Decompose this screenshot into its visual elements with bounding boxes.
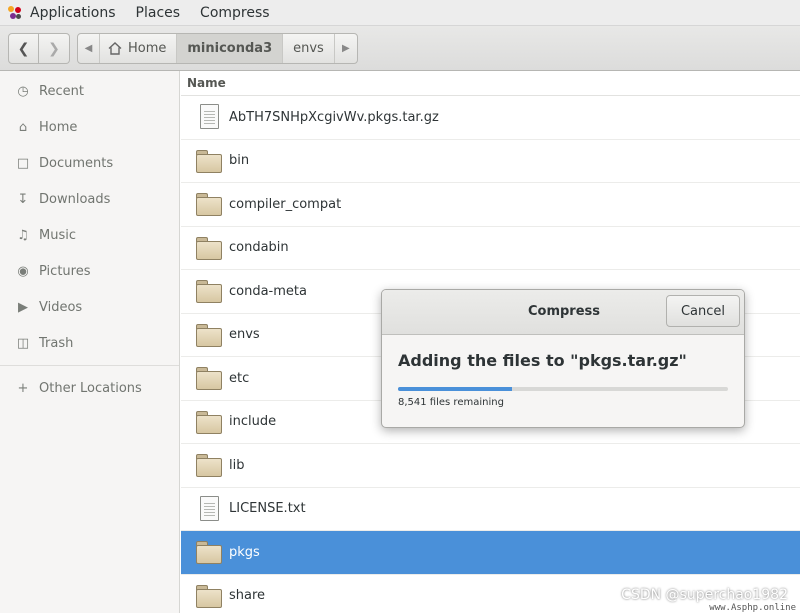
- sidebar-item-other-locations[interactable]: + Other Locations: [0, 370, 179, 406]
- sidebar-item-label: Recent: [39, 83, 84, 99]
- forward-button[interactable]: ❯: [39, 33, 70, 64]
- sidebar-item-label: Documents: [39, 155, 114, 171]
- places-sidebar: ◷ Recent ⌂ Home □ Documents ↧ Downloads …: [0, 71, 180, 613]
- path-segment-miniconda3[interactable]: miniconda3: [177, 34, 284, 63]
- sidebar-item-label: Home: [39, 119, 78, 135]
- sidebar-item-label: Downloads: [39, 191, 111, 207]
- file-row[interactable]: lib: [181, 444, 800, 488]
- file-name: LICENSE.txt: [229, 501, 306, 517]
- file-name: AbTH7SNHpXcgivWv.pkgs.tar.gz: [229, 109, 439, 125]
- folder-icon: [195, 583, 223, 609]
- dialog-body: Adding the files to "pkgs.tar.gz" 8,541 …: [382, 335, 744, 408]
- file-row[interactable]: bin: [181, 140, 800, 183]
- chevron-right-icon: ❯: [48, 40, 60, 57]
- progress-bar: [398, 387, 728, 391]
- path-scroll-right-button[interactable]: ▶: [335, 34, 357, 63]
- clock-icon: ◷: [17, 83, 29, 99]
- chevron-left-icon: ❮: [17, 40, 30, 57]
- path-segment-envs[interactable]: envs: [283, 34, 335, 63]
- dialog-header: Compress Cancel: [382, 290, 744, 335]
- file-name: envs: [229, 327, 260, 343]
- folder-icon: [195, 365, 223, 391]
- triangle-left-icon: ◀: [84, 43, 93, 54]
- top-panel: Applications Places Compress: [0, 0, 800, 26]
- sidebar-item-documents[interactable]: □ Documents: [0, 145, 179, 181]
- sidebar-item-music[interactable]: ♫ Music: [0, 217, 179, 253]
- file-row[interactable]: pkgs: [181, 531, 800, 575]
- compress-menu[interactable]: Compress: [190, 0, 280, 26]
- folder-icon: [195, 452, 223, 478]
- sidebar-separator: [0, 365, 179, 366]
- file-icon: [195, 103, 223, 131]
- sidebar-item-label: Other Locations: [39, 380, 142, 396]
- sidebar-item-recent[interactable]: ◷ Recent: [0, 73, 179, 109]
- file-name: bin: [229, 153, 250, 169]
- header-bar: ❮ ❯ ◀ Home miniconda3 envs ▶: [0, 26, 800, 71]
- path-scroll-left-button[interactable]: ◀: [78, 34, 100, 63]
- navigation-buttons: ❮ ❯: [8, 33, 70, 64]
- dialog-message: Adding the files to "pkgs.tar.gz": [398, 351, 687, 370]
- cancel-button[interactable]: Cancel: [666, 295, 740, 327]
- sidebar-item-label: Pictures: [39, 263, 91, 279]
- column-header-name[interactable]: Name: [181, 71, 800, 96]
- file-name: compiler_compat: [229, 196, 342, 212]
- watermark-csdn: CSDN @superchao1982: [621, 587, 788, 603]
- sidebar-item-trash[interactable]: ◫ Trash: [0, 325, 179, 361]
- home-icon: [108, 42, 122, 55]
- folder-icon: [195, 278, 223, 304]
- folder-icon: [195, 322, 223, 348]
- progress-fill: [398, 387, 512, 391]
- path-bar: ◀ Home miniconda3 envs ▶: [77, 33, 358, 64]
- download-icon: ↧: [17, 191, 29, 207]
- file-name: include: [229, 414, 277, 430]
- watermark-site: www.Asphp.online: [709, 603, 796, 613]
- file-name: condabin: [229, 240, 289, 256]
- sidebar-item-pictures[interactable]: ◉ Pictures: [0, 253, 179, 289]
- file-name: lib: [229, 457, 245, 473]
- document-icon: □: [16, 155, 30, 171]
- path-segment-home[interactable]: Home: [100, 34, 178, 63]
- file-name: conda-meta: [229, 283, 307, 299]
- sidebar-item-videos[interactable]: ▶ Videos: [0, 289, 179, 325]
- home-icon: ⌂: [18, 119, 28, 135]
- back-button[interactable]: ❮: [8, 33, 39, 64]
- trash-icon: ◫: [16, 335, 30, 351]
- sidebar-item-label: Music: [39, 227, 76, 243]
- plus-icon: +: [17, 380, 29, 396]
- places-menu[interactable]: Places: [126, 0, 191, 26]
- folder-icon: [195, 191, 223, 217]
- file-row[interactable]: compiler_compat: [181, 183, 800, 227]
- sidebar-item-home[interactable]: ⌂ Home: [0, 109, 179, 145]
- sidebar-item-label: Videos: [39, 299, 83, 315]
- camera-icon: ◉: [17, 263, 29, 279]
- video-icon: ▶: [18, 299, 28, 315]
- compress-dialog: Compress Cancel Adding the files to "pkg…: [381, 289, 745, 428]
- file-name: etc: [229, 370, 250, 386]
- file-name: pkgs: [229, 544, 260, 560]
- music-icon: ♫: [17, 227, 29, 243]
- path-segment-home-label: Home: [128, 41, 167, 56]
- file-row[interactable]: LICENSE.txt: [181, 488, 800, 531]
- file-row[interactable]: condabin: [181, 227, 800, 270]
- folder-icon: [195, 148, 223, 174]
- applications-icon: [8, 5, 22, 20]
- files-remaining-status: 8,541 files remaining: [398, 397, 504, 408]
- sidebar-item-label: Trash: [39, 335, 74, 351]
- triangle-right-icon: ▶: [341, 43, 350, 54]
- file-name: share: [229, 588, 266, 604]
- folder-icon: [195, 539, 223, 565]
- sidebar-item-downloads[interactable]: ↧ Downloads: [0, 181, 179, 217]
- applications-menu[interactable]: Applications: [30, 0, 126, 26]
- file-icon: [195, 495, 223, 523]
- folder-icon: [195, 235, 223, 261]
- file-row[interactable]: AbTH7SNHpXcgivWv.pkgs.tar.gz: [181, 96, 800, 140]
- folder-icon: [195, 409, 223, 435]
